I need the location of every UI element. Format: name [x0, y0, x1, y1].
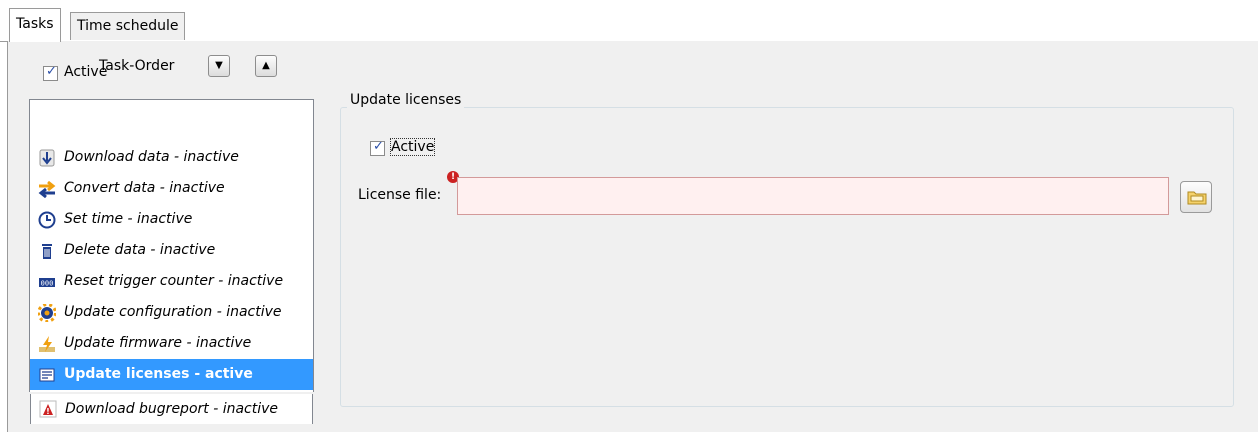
- convert-arrows-icon: [38, 180, 56, 199]
- license-file-input[interactable]: [457, 177, 1169, 215]
- task-label: Download data - inactive: [64, 149, 239, 165]
- update-licenses-group: [340, 107, 1234, 407]
- bugreport-icon: !: [39, 400, 57, 418]
- move-up-button[interactable]: ▲: [255, 55, 277, 77]
- trash-icon: [38, 242, 56, 260]
- tab-time-schedule[interactable]: Time schedule: [70, 12, 186, 40]
- task-label: Reset trigger counter - inactive: [64, 273, 284, 289]
- gear-icon: [37, 303, 57, 323]
- svg-text:!: !: [46, 407, 50, 416]
- detail-active-checkbox-box[interactable]: ✓: [370, 139, 385, 156]
- list-item[interactable]: ! Download bugreport - inactive: [30, 394, 313, 424]
- list-item[interactable]: Download data - inactive: [30, 142, 313, 173]
- task-label: Download bugreport - inactive: [65, 401, 279, 417]
- list-item[interactable]: Convert data - inactive: [30, 173, 313, 204]
- move-down-button[interactable]: ▼: [208, 55, 230, 77]
- task-label: Update configuration - inactive: [64, 304, 282, 320]
- task-label: Delete data - inactive: [64, 242, 216, 258]
- license-icon: [38, 366, 56, 384]
- active-checkbox-box[interactable]: ✓: [43, 64, 58, 81]
- task-order-label: Task-Order: [99, 58, 175, 74]
- check-mark-icon: ✓: [373, 139, 384, 154]
- firmware-bolt-icon: [38, 335, 56, 353]
- group-title: Update licenses: [347, 92, 465, 108]
- list-item[interactable]: Set time - inactive: [30, 204, 313, 235]
- browse-button[interactable]: [1180, 181, 1212, 213]
- triangle-up-icon: ▲: [262, 60, 270, 71]
- counter-icon: 000: [38, 273, 56, 291]
- svg-text:000: 000: [41, 280, 54, 288]
- check-mark-icon: ✓: [46, 64, 57, 79]
- detail-active-label: Active: [389, 138, 436, 156]
- triangle-down-icon: ▼: [215, 60, 223, 71]
- list-item[interactable]: 000 Reset trigger counter - inactive: [30, 266, 313, 297]
- folder-icon: [1187, 189, 1207, 209]
- task-label: Set time - inactive: [64, 211, 193, 227]
- active-checkbox[interactable]: ✓: [43, 64, 58, 85]
- task-list[interactable]: Download data - inactive Convert data - …: [29, 99, 314, 392]
- clock-icon: [38, 211, 56, 229]
- list-item[interactable]: Update firmware - inactive: [30, 328, 313, 359]
- task-label: Update firmware - inactive: [64, 335, 252, 351]
- task-label: Update licenses - active: [64, 366, 253, 382]
- tab-bar: Tasks Time schedule: [0, 0, 1258, 42]
- list-item-selected[interactable]: Update licenses - active: [30, 359, 313, 390]
- list-item[interactable]: Update configuration - inactive: [30, 297, 313, 328]
- detail-active-checkbox[interactable]: ✓: [370, 139, 385, 160]
- license-file-label: License file:: [358, 187, 442, 203]
- tab-tasks[interactable]: Tasks: [9, 8, 61, 42]
- list-item[interactable]: Delete data - inactive: [30, 235, 313, 266]
- download-arrow-icon: [38, 149, 56, 167]
- task-label: Convert data - inactive: [64, 180, 225, 196]
